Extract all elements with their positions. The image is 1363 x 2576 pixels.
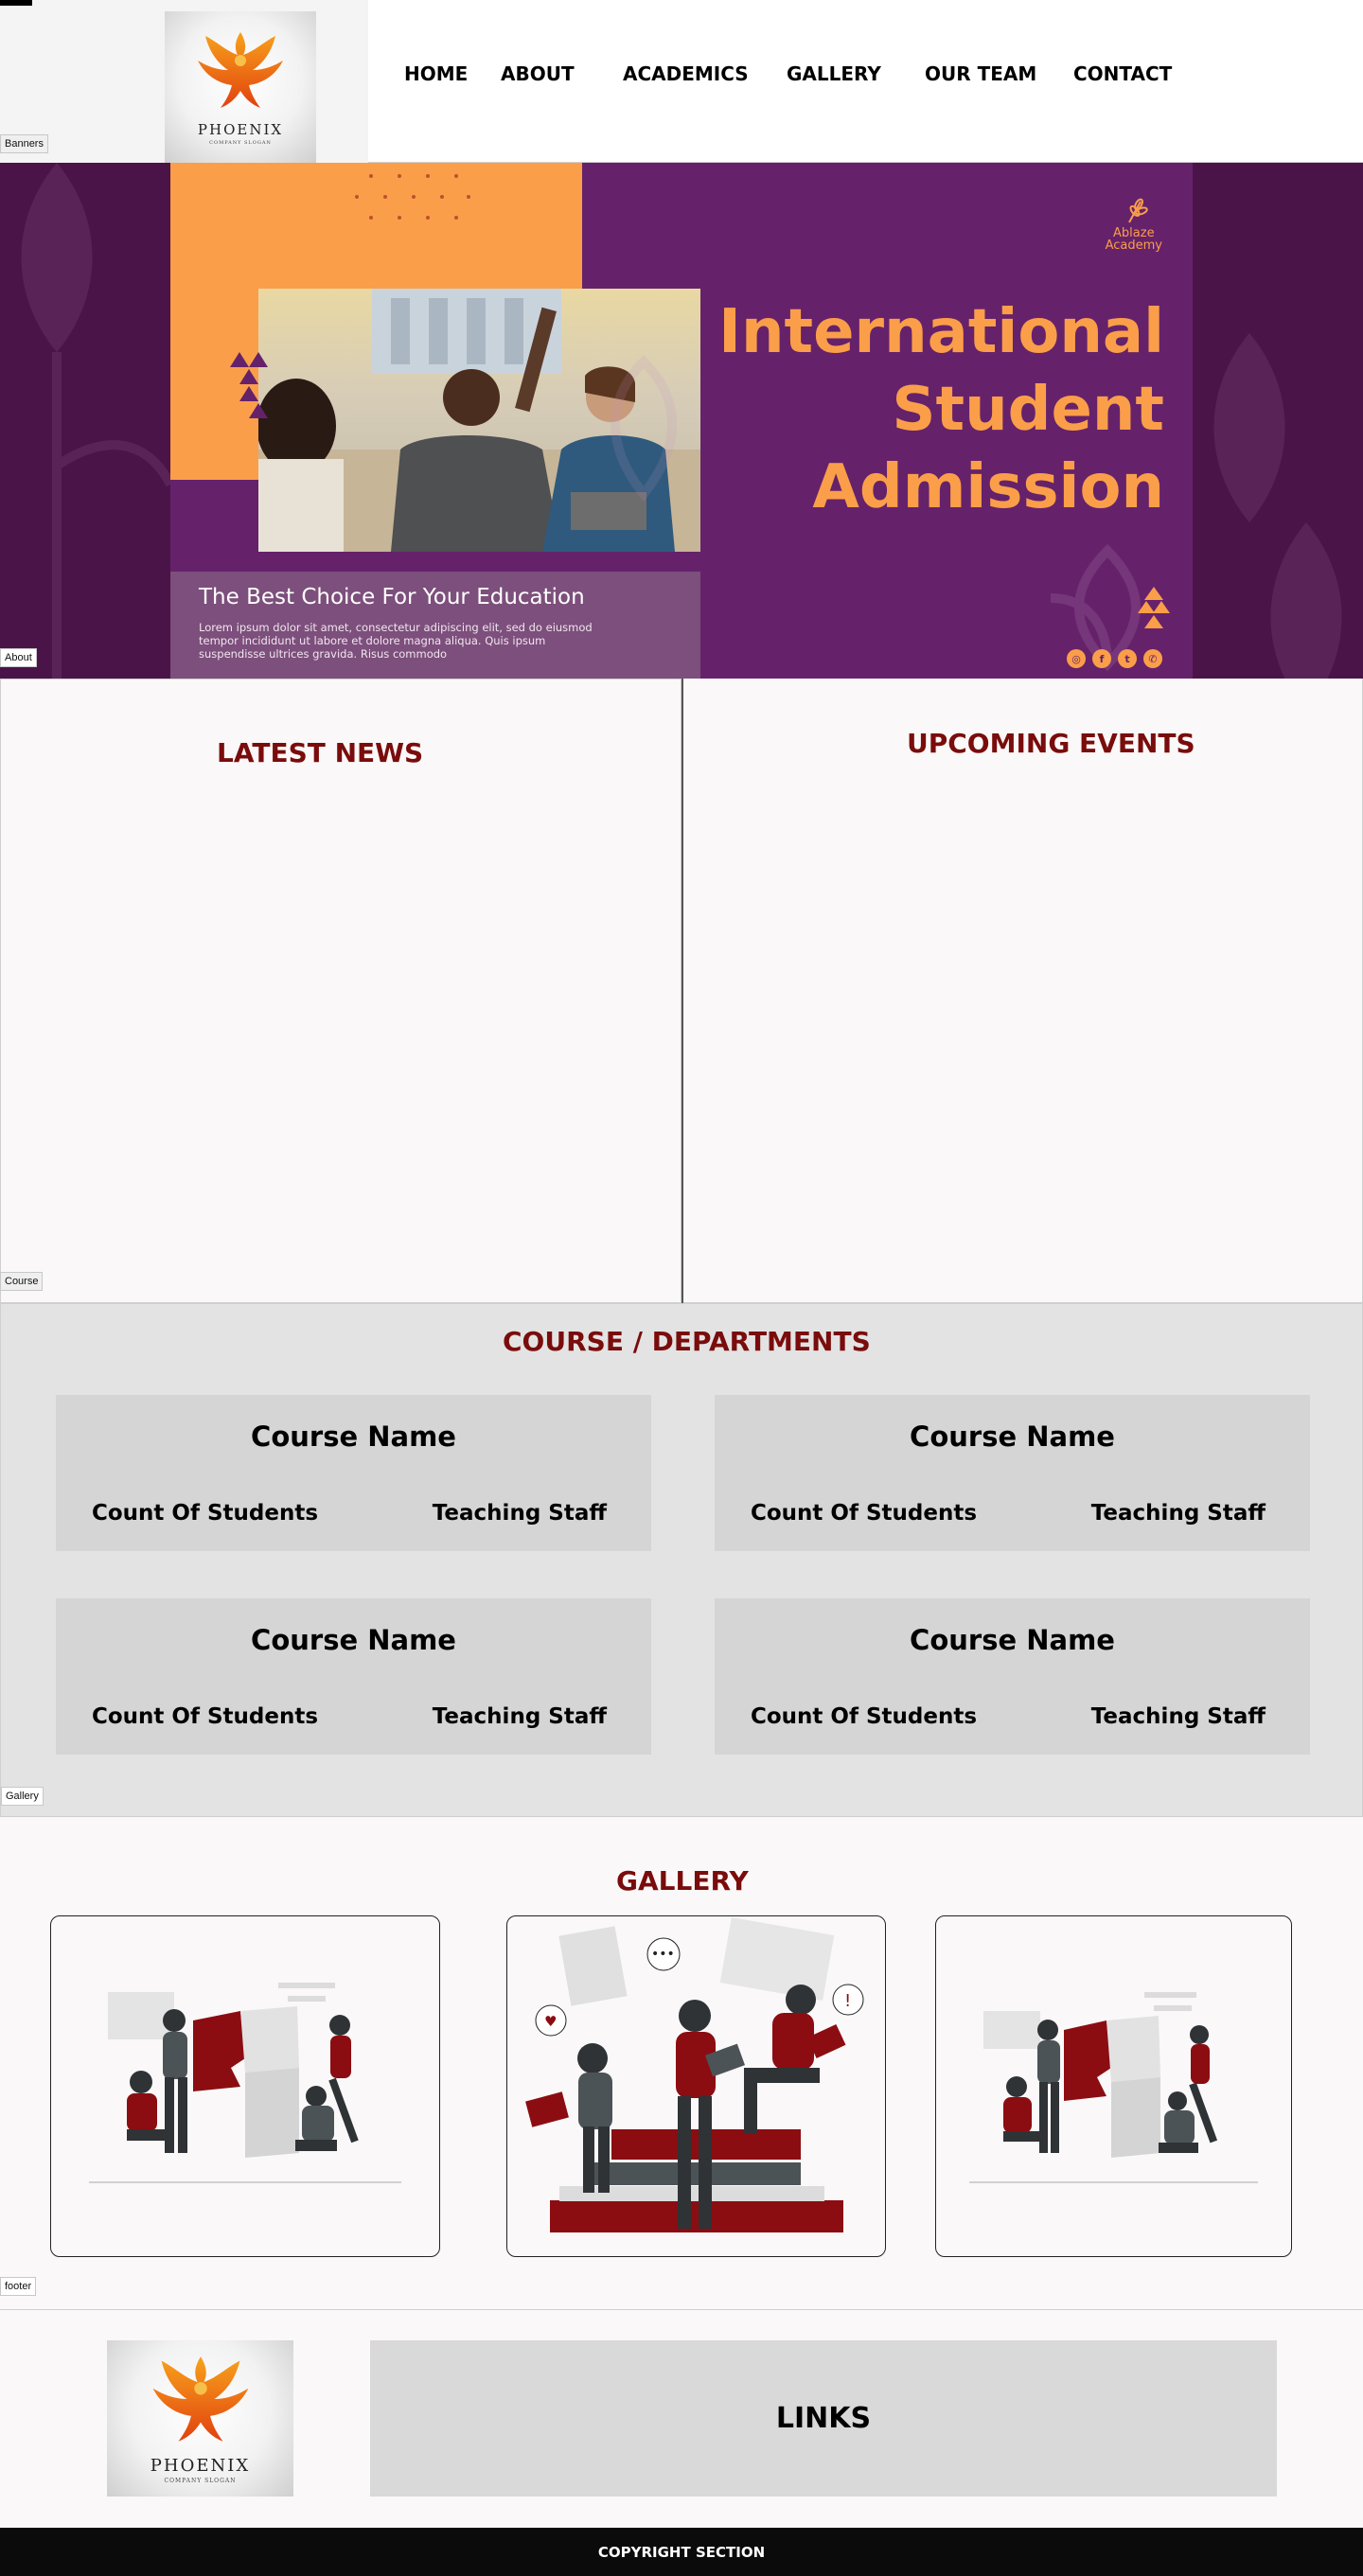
nav-gallery[interactable]: GALLERY: [787, 62, 881, 85]
caption-body: Lorem ipsum dolor sit amet, consectetur …: [199, 621, 593, 661]
hero-banner: Ablaze Academy International Student Adm…: [0, 163, 1363, 679]
section-tag-gallery: Gallery: [1, 1787, 44, 1806]
teamwork-puzzle-illustration: [89, 1983, 401, 2183]
leaf-decoration-left: [21, 163, 170, 679]
course-teaching-staff: Teaching Staff: [1090, 1501, 1266, 1526]
gallery-item[interactable]: ••• ! ♥: [506, 1915, 886, 2257]
latest-news-panel: LATEST NEWS: [0, 679, 682, 1303]
section-tag-course: Course: [0, 1272, 44, 1291]
course-name: Course Name: [251, 1624, 456, 1656]
footer-logo-name: PHOENIX: [150, 2456, 251, 2476]
course-teaching-staff: Teaching Staff: [432, 1501, 607, 1526]
course-name: Course Name: [910, 1624, 1115, 1656]
footer-phoenix-logo[interactable]: PHOENIX COMPANY SLOGAN: [107, 2340, 293, 2497]
instagram-icon[interactable]: ◎: [1067, 649, 1086, 668]
latest-news-title: LATEST NEWS: [217, 737, 424, 768]
course-student-count: Count Of Students: [92, 1704, 319, 1729]
social-links: ◎ f t ✆: [1067, 649, 1162, 668]
twitter-icon[interactable]: t: [1118, 649, 1137, 668]
facebook-icon[interactable]: f: [1092, 649, 1111, 668]
upcoming-events-panel: UPCOMING EVENTS: [682, 679, 1363, 1303]
headline-line-2: Student: [892, 375, 1164, 445]
leaf-decoration-center: [611, 354, 677, 503]
svg-text:!: !: [844, 1991, 851, 2011]
links-title: LINKS: [775, 2402, 872, 2435]
logo-name: PHOENIX: [197, 121, 284, 138]
course-card[interactable]: Course Name Count Of Students Teaching S…: [56, 1598, 651, 1755]
gallery-section: GALLERY ••• ! ♥ footer: [0, 1817, 1363, 2309]
course-teaching-staff: Teaching Staff: [1090, 1704, 1266, 1729]
banner-caption: The Best Choice For Your Education Lorem…: [170, 572, 700, 679]
section-tag-footer: footer: [0, 2277, 37, 2296]
site-header: PHOENIX COMPANY SLOGAN HOME ABOUT ACADEM…: [0, 0, 1363, 163]
headline-line-1: International: [718, 297, 1164, 367]
gallery-title: GALLERY: [616, 1865, 749, 1897]
course-student-count: Count Of Students: [751, 1501, 978, 1526]
logo-slogan: COMPANY SLOGAN: [209, 140, 272, 146]
gallery-item[interactable]: [50, 1915, 440, 2257]
gallery-item[interactable]: [935, 1915, 1292, 2257]
svg-text:•••: •••: [651, 1947, 675, 1962]
links-panel: LINKS: [370, 2340, 1277, 2497]
course-card[interactable]: Course Name Count Of Students Teaching S…: [715, 1598, 1310, 1755]
academy-logo: Ablaze Academy: [1106, 196, 1162, 252]
caption-title: The Best Choice For Your Education: [199, 585, 585, 609]
section-tag-banners: Banners: [0, 134, 48, 153]
courses-section: COURSE / DEPARTMENTS Course Name Count O…: [0, 1303, 1363, 1817]
copyright-bar: COPYRIGHT SECTION: [0, 2528, 1363, 2576]
nav-home[interactable]: HOME: [404, 62, 468, 85]
nav-academics[interactable]: ACADEMICS: [623, 62, 749, 85]
copyright-text: COPYRIGHT SECTION: [597, 2543, 766, 2561]
upcoming-events-title: UPCOMING EVENTS: [907, 728, 1195, 759]
whatsapp-icon[interactable]: ✆: [1143, 649, 1162, 668]
leaf-decoration-right: [1213, 333, 1342, 679]
main-nav: HOME ABOUT ACADEMICS GALLERY OUR TEAM CO…: [0, 62, 1363, 89]
triangle-decoration-right: [1138, 587, 1170, 628]
course-name: Course Name: [251, 1420, 456, 1453]
nav-our-team[interactable]: OUR TEAM: [925, 62, 1036, 85]
course-card[interactable]: Course Name Count Of Students Teaching S…: [715, 1395, 1310, 1551]
nav-contact[interactable]: CONTACT: [1073, 62, 1172, 85]
wheat-icon: [1127, 198, 1148, 223]
headline-line-3: Admission: [812, 452, 1164, 522]
banner-headline: International Student Admission: [718, 293, 1164, 526]
site-footer: PHOENIX COMPANY SLOGAN LINKS: [0, 2309, 1363, 2528]
courses-title: COURSE / DEPARTMENTS: [503, 1326, 871, 1357]
course-student-count: Count Of Students: [92, 1501, 319, 1526]
triangle-decoration-left: [230, 352, 268, 418]
phoenix-icon: [152, 2356, 248, 2442]
course-name: Course Name: [910, 1420, 1115, 1453]
dot-pattern: [355, 174, 470, 223]
news-events-section: LATEST NEWS UPCOMING EVENTS Course: [0, 679, 1363, 1303]
nav-about[interactable]: ABOUT: [501, 62, 575, 85]
course-student-count: Count Of Students: [751, 1704, 978, 1729]
teamwork-puzzle-illustration: [969, 1992, 1258, 2183]
footer-logo-slogan: COMPANY SLOGAN: [164, 2478, 237, 2484]
course-card[interactable]: Course Name Count Of Students Teaching S…: [56, 1395, 651, 1551]
banner-card: Ablaze Academy International Student Adm…: [170, 163, 1193, 679]
academy-name-line2: Academy: [1105, 238, 1162, 253]
course-teaching-staff: Teaching Staff: [432, 1704, 607, 1729]
top-black-bar: [0, 0, 32, 6]
section-tag-about: About: [0, 648, 37, 667]
reading-books-illustration: ••• ! ♥: [525, 1916, 864, 2232]
svg-text:♥: ♥: [544, 2013, 557, 2030]
